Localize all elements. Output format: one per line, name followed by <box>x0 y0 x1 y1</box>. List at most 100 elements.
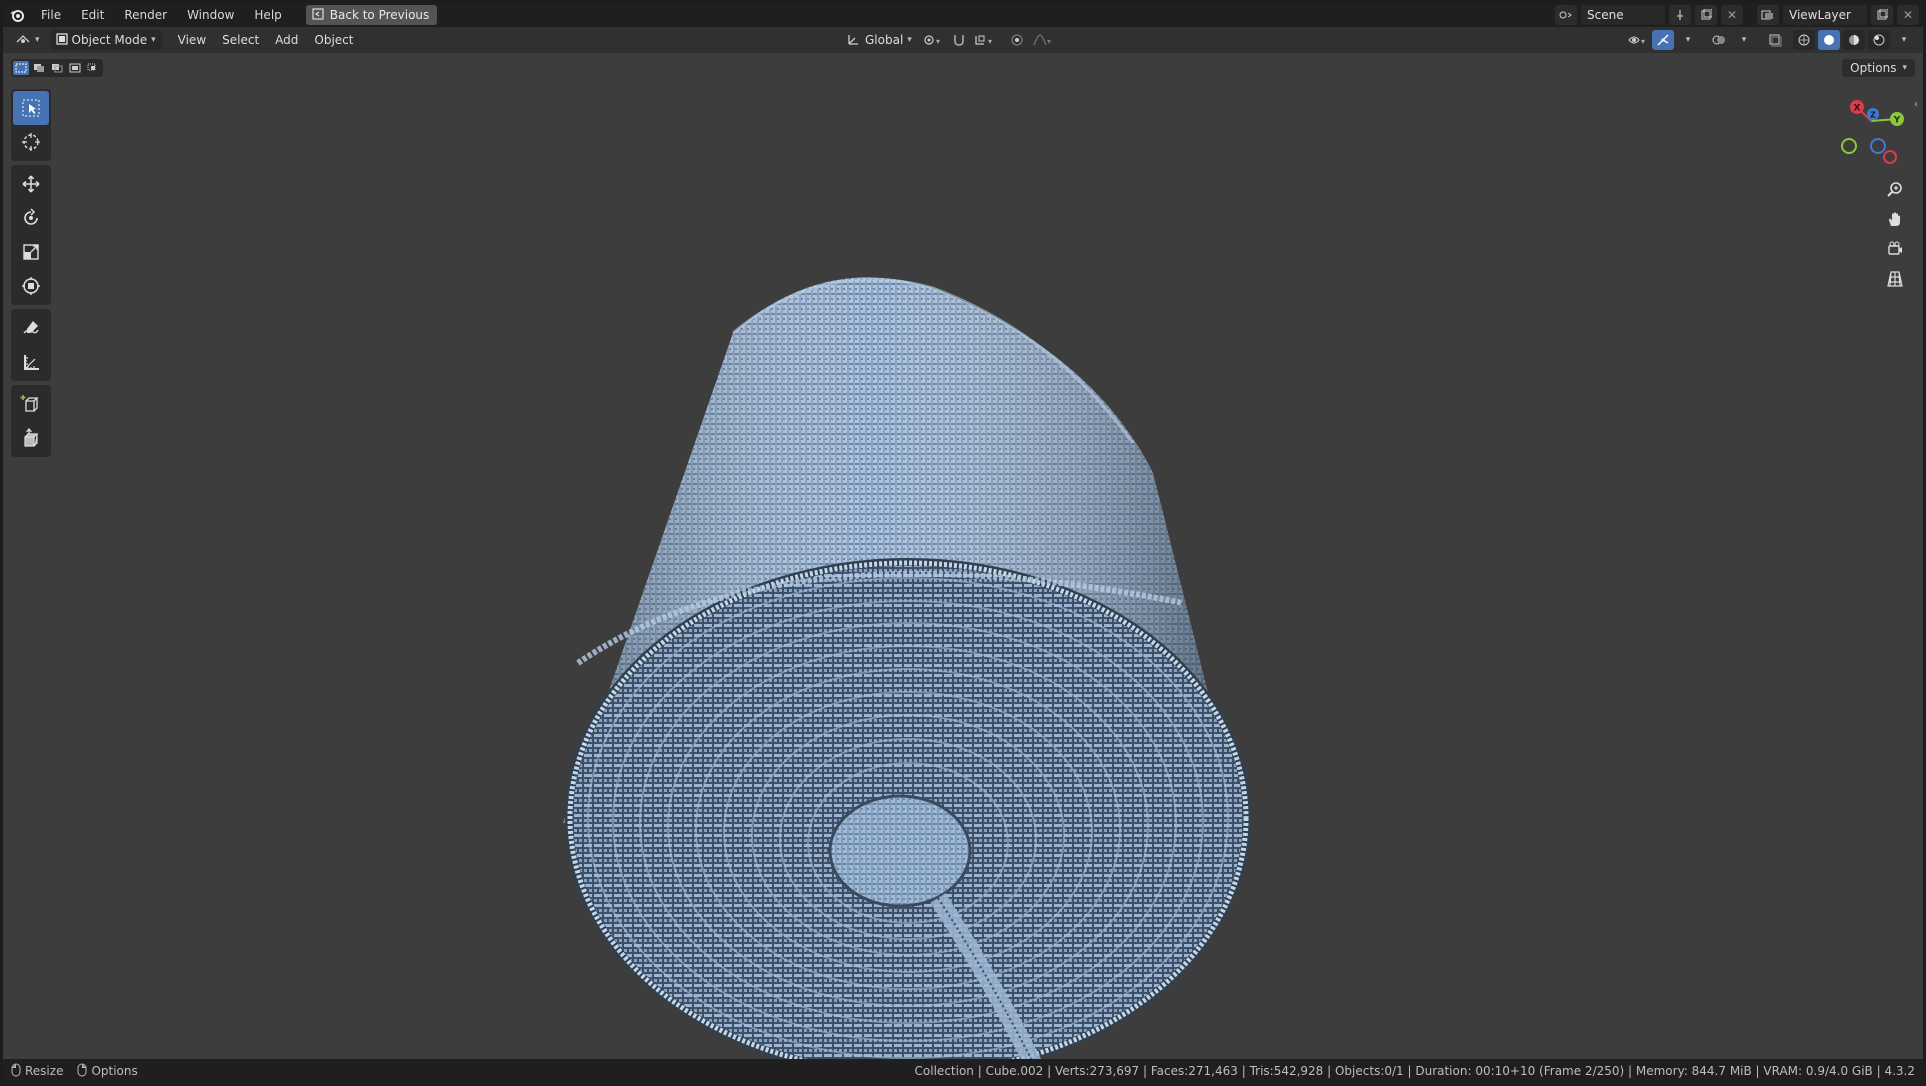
gizmo-dropdown-icon[interactable]: ▾ <box>1677 30 1699 50</box>
measure-tool-icon[interactable] <box>13 345 49 379</box>
move-tool-icon[interactable] <box>13 167 49 201</box>
svg-text:▾: ▾ <box>1047 37 1051 46</box>
selection-mode-buttons <box>11 59 103 77</box>
select-invert-icon[interactable] <box>67 61 83 75</box>
options-label: Options <box>1850 61 1897 75</box>
zoom-icon[interactable] <box>1881 175 1909 203</box>
chevron-down-icon: ▾ <box>35 35 40 45</box>
axis-neg-z-handle[interactable] <box>1870 138 1886 154</box>
mouse-right-icon <box>77 1063 87 1080</box>
rotate-tool-icon[interactable] <box>13 201 49 235</box>
overlays-toggle-icon[interactable] <box>1708 30 1730 50</box>
delete-scene-icon[interactable]: ✕ <box>1721 5 1743 25</box>
viewport-3d[interactable] <box>3 3 1923 1083</box>
blender-logo-icon[interactable] <box>3 3 31 27</box>
tool-group-transform <box>11 165 51 305</box>
editor-type-icon <box>15 32 31 49</box>
axis-neg-x-handle[interactable] <box>1883 150 1897 164</box>
viewport-header: ▾ Object Mode ▾ View Select Add Object G… <box>3 27 1923 53</box>
xray-toggle-icon[interactable] <box>1764 30 1786 50</box>
top-menubar: File Edit Render Window Help Back to Pre… <box>3 3 1923 27</box>
resize-hint: Resize <box>11 1063 63 1080</box>
scene-viewlayer-controls: Scene ✕ ViewLayer ✕ <box>1555 5 1919 25</box>
resize-hint-label: Resize <box>25 1064 64 1078</box>
scene-name-field[interactable]: Scene <box>1581 5 1665 25</box>
new-viewlayer-icon[interactable] <box>1871 5 1893 25</box>
shading-material-icon[interactable] <box>1843 30 1865 50</box>
svg-text:▾: ▾ <box>936 37 940 46</box>
shading-wireframe-icon[interactable] <box>1793 30 1815 50</box>
viewlayer-selector-icon[interactable] <box>1757 5 1779 25</box>
scene-selector-icon[interactable] <box>1555 5 1577 25</box>
editor-type-dropdown[interactable]: ▾ <box>9 30 46 50</box>
menu-select[interactable]: Select <box>214 33 267 47</box>
tool-group-add <box>11 385 51 457</box>
scene-statistics: Collection | Cube.002 | Verts:273,697 | … <box>914 1064 1915 1078</box>
object-mode-label: Object Mode <box>71 33 148 47</box>
mouse-left-icon <box>11 1063 21 1080</box>
chevron-down-icon: ▾ <box>1902 63 1907 73</box>
cursor-tool-icon[interactable] <box>13 125 49 159</box>
perspective-toggle-icon[interactable] <box>1881 265 1909 293</box>
menu-window[interactable]: Window <box>177 3 244 27</box>
options-dropdown[interactable]: Options ▾ <box>1842 59 1915 77</box>
pin-scene-icon[interactable] <box>1669 5 1691 25</box>
menu-render[interactable]: Render <box>114 3 177 27</box>
viewlayer-name-field[interactable]: ViewLayer <box>1783 5 1867 25</box>
pivot-point-icon[interactable]: ▾ <box>922 30 944 50</box>
add-cube-tool-icon[interactable] <box>13 387 49 421</box>
blender-window: File Edit Render Window Help Back to Pre… <box>3 3 1923 1083</box>
select-box-tool-icon[interactable] <box>13 91 49 125</box>
camera-view-icon[interactable] <box>1881 235 1909 263</box>
object-visibility-icon[interactable]: ▾ <box>1627 30 1649 50</box>
falloff-icon[interactable]: ▾ <box>1032 30 1054 50</box>
shading-dropdown-icon[interactable]: ▾ <box>1893 30 1915 50</box>
new-scene-icon[interactable] <box>1695 5 1717 25</box>
scale-tool-icon[interactable] <box>13 235 49 269</box>
gizmo-toggle-icon[interactable] <box>1652 30 1674 50</box>
options-hint-label: Options <box>91 1064 138 1078</box>
svg-text:▾: ▾ <box>988 37 992 46</box>
select-intersect-icon[interactable] <box>85 61 101 75</box>
back-to-previous-button[interactable]: Back to Previous <box>305 5 438 25</box>
menu-file[interactable]: File <box>31 3 71 27</box>
menu-help[interactable]: Help <box>244 3 291 27</box>
options-hint: Options <box>77 1063 138 1080</box>
axis-neg-y-handle[interactable] <box>1841 138 1857 154</box>
snap-toggle-icon[interactable] <box>948 30 970 50</box>
object-mode-icon <box>55 32 68 48</box>
shading-rendered-icon[interactable] <box>1868 30 1890 50</box>
extrude-tool-icon[interactable] <box>13 421 49 455</box>
annotate-tool-icon[interactable] <box>13 311 49 345</box>
shading-solid-icon[interactable] <box>1818 30 1840 50</box>
object-mode-dropdown[interactable]: Object Mode ▾ <box>49 30 162 50</box>
transform-controls: Global ▾ ▾ ▾ ▾ <box>841 30 1054 50</box>
svg-text:▾: ▾ <box>1641 37 1645 46</box>
select-extend-icon[interactable] <box>31 61 47 75</box>
transform-tool-icon[interactable] <box>13 269 49 303</box>
transform-orientation-dropdown[interactable]: Global ▾ <box>841 30 918 50</box>
orientation-label: Global <box>865 33 904 47</box>
pan-hand-icon[interactable] <box>1881 205 1909 233</box>
chevron-down-icon: ▾ <box>907 35 912 45</box>
select-subtract-icon[interactable] <box>49 61 65 75</box>
sidebar-toggle-icon[interactable]: ‹ <box>1914 99 1920 110</box>
axis-y-label: Y <box>1893 116 1901 126</box>
scene-name: Scene <box>1587 8 1624 22</box>
navigation-gizmo[interactable]: X Y Z <box>1829 97 1909 177</box>
viewlayer-name: ViewLayer <box>1789 8 1851 22</box>
menu-view[interactable]: View <box>170 33 214 47</box>
menu-edit[interactable]: Edit <box>71 3 114 27</box>
menu-add[interactable]: Add <box>267 33 306 47</box>
back-icon <box>312 7 324 23</box>
select-new-icon[interactable] <box>13 61 29 75</box>
overlays-dropdown-icon[interactable]: ▾ <box>1733 30 1755 50</box>
delete-viewlayer-icon[interactable]: ✕ <box>1897 5 1919 25</box>
tool-group-annotate <box>11 309 51 381</box>
menu-object[interactable]: Object <box>306 33 361 47</box>
wicker-cylinder-mesh[interactable] <box>563 277 1251 1078</box>
snap-target-icon[interactable]: ▾ <box>974 30 996 50</box>
proportional-editing-icon[interactable] <box>1006 30 1028 50</box>
axis-z-label: Z <box>1870 111 1876 120</box>
chevron-down-icon: ▾ <box>151 35 156 45</box>
